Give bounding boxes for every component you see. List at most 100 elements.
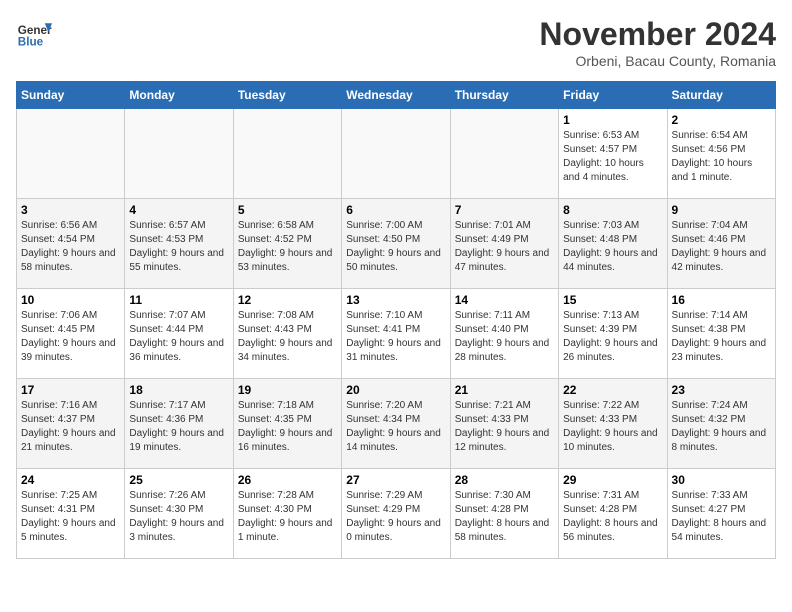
day-cell: 27 Sunrise: 7:29 AMSunset: 4:29 PMDayligh… [342,469,450,559]
day-number: 10 [21,293,120,307]
day-info: Sunrise: 7:25 AMSunset: 4:31 PMDaylight:… [21,489,120,545]
day-number: 13 [346,293,445,307]
day-number: 18 [129,383,228,397]
day-info: Sunrise: 7:16 AMSunset: 4:37 PMDaylight:… [21,399,120,455]
day-cell: 14 Sunrise: 7:11 AMSunset: 4:40 PMDayligh… [450,289,558,379]
weekday-header-thursday: Thursday [450,82,558,109]
svg-text:Blue: Blue [18,36,44,49]
day-cell: 12 Sunrise: 7:08 AMSunset: 4:43 PMDayligh… [233,289,341,379]
day-number: 14 [455,293,554,307]
day-info: Sunrise: 7:13 AMSunset: 4:39 PMDaylight:… [563,309,662,365]
day-cell: 4 Sunrise: 6:57 AMSunset: 4:53 PMDaylight… [125,199,233,289]
day-number: 15 [563,293,662,307]
day-number: 17 [21,383,120,397]
day-info: Sunrise: 7:20 AMSunset: 4:34 PMDaylight:… [346,399,445,455]
day-cell: 18 Sunrise: 7:17 AMSunset: 4:36 PMDayligh… [125,379,233,469]
day-info: Sunrise: 6:56 AMSunset: 4:54 PMDaylight:… [21,219,120,275]
day-cell: 21 Sunrise: 7:21 AMSunset: 4:33 PMDayligh… [450,379,558,469]
day-number: 7 [455,203,554,217]
day-info: Sunrise: 6:54 AMSunset: 4:56 PMDaylight:… [672,129,771,185]
day-number: 12 [238,293,337,307]
day-cell: 15 Sunrise: 7:13 AMSunset: 4:39 PMDayligh… [559,289,667,379]
day-number: 27 [346,473,445,487]
day-number: 20 [346,383,445,397]
day-cell: 9Sunrise: 7:04 AMSunset: 4:46 PMDaylight… [667,199,775,289]
day-number: 3 [21,203,120,217]
day-number: 9 [672,203,771,217]
day-info: Sunrise: 7:08 AMSunset: 4:43 PMDaylight:… [238,309,337,365]
day-cell: 25Sunrise: 7:26 AMSunset: 4:30 PMDayligh… [125,469,233,559]
day-number: 24 [21,473,120,487]
day-info: Sunrise: 7:29 AMSunset: 4:29 PMDaylight:… [346,489,445,545]
day-cell: 3 Sunrise: 6:56 AMSunset: 4:54 PMDaylight… [17,199,125,289]
day-cell: 22Sunrise: 7:22 AMSunset: 4:33 PMDayligh… [559,379,667,469]
day-number: 28 [455,473,554,487]
day-cell: 30 Sunrise: 7:33 AMSunset: 4:27 PMDayligh… [667,469,775,559]
day-cell: 24 Sunrise: 7:25 AMSunset: 4:31 PMDayligh… [17,469,125,559]
weekday-header-wednesday: Wednesday [342,82,450,109]
day-number: 23 [672,383,771,397]
day-info: Sunrise: 7:01 AMSunset: 4:49 PMDaylight:… [455,219,554,275]
day-info: Sunrise: 7:22 AMSunset: 4:33 PMDaylight:… [563,399,662,455]
day-number: 5 [238,203,337,217]
day-number: 16 [672,293,771,307]
day-info: Sunrise: 7:17 AMSunset: 4:36 PMDaylight:… [129,399,228,455]
day-info: Sunrise: 7:33 AMSunset: 4:27 PMDaylight:… [672,489,771,545]
day-number: 19 [238,383,337,397]
weekday-header-sunday: Sunday [17,82,125,109]
day-cell [125,109,233,199]
day-cell [342,109,450,199]
day-number: 6 [346,203,445,217]
logo-icon: General Blue [16,16,52,52]
day-cell [233,109,341,199]
day-cell: 23Sunrise: 7:24 AMSunset: 4:32 PMDayligh… [667,379,775,469]
day-cell: 6 Sunrise: 7:00 AMSunset: 4:50 PMDaylight… [342,199,450,289]
title-block: November 2024 Orbeni, Bacau County, Roma… [539,16,776,69]
day-info: Sunrise: 7:26 AMSunset: 4:30 PMDaylight:… [129,489,228,545]
day-number: 11 [129,293,228,307]
day-cell: 20 Sunrise: 7:20 AMSunset: 4:34 PMDayligh… [342,379,450,469]
day-number: 26 [238,473,337,487]
day-number: 2 [672,113,771,127]
day-info: Sunrise: 7:21 AMSunset: 4:33 PMDaylight:… [455,399,554,455]
calendar-table: SundayMondayTuesdayWednesdayThursdayFrid… [16,81,776,559]
day-cell: 28 Sunrise: 7:30 AMSunset: 4:28 PMDayligh… [450,469,558,559]
day-info: Sunrise: 7:10 AMSunset: 4:41 PMDaylight:… [346,309,445,365]
day-cell: 7 Sunrise: 7:01 AMSunset: 4:49 PMDaylight… [450,199,558,289]
day-cell: 29Sunrise: 7:31 AMSunset: 4:28 PMDayligh… [559,469,667,559]
week-row-5: 24 Sunrise: 7:25 AMSunset: 4:31 PMDayligh… [17,469,776,559]
day-info: Sunrise: 7:11 AMSunset: 4:40 PMDaylight:… [455,309,554,365]
logo: General Blue [16,16,52,52]
day-info: Sunrise: 7:07 AMSunset: 4:44 PMDaylight:… [129,309,228,365]
day-info: Sunrise: 7:28 AMSunset: 4:30 PMDaylight:… [238,489,337,545]
day-info: Sunrise: 6:57 AMSunset: 4:53 PMDaylight:… [129,219,228,275]
day-cell: 17 Sunrise: 7:16 AMSunset: 4:37 PMDayligh… [17,379,125,469]
week-row-1: 1Sunrise: 6:53 AMSunset: 4:57 PMDaylight… [17,109,776,199]
day-number: 21 [455,383,554,397]
day-number: 8 [563,203,662,217]
day-cell: 26 Sunrise: 7:28 AMSunset: 4:30 PMDayligh… [233,469,341,559]
weekday-header-saturday: Saturday [667,82,775,109]
day-cell: 13 Sunrise: 7:10 AMSunset: 4:41 PMDayligh… [342,289,450,379]
calendar-title: November 2024 [539,16,776,53]
day-cell: 11 Sunrise: 7:07 AMSunset: 4:44 PMDayligh… [125,289,233,379]
day-cell [450,109,558,199]
weekday-header-friday: Friday [559,82,667,109]
calendar-subtitle: Orbeni, Bacau County, Romania [539,53,776,69]
week-row-3: 10Sunrise: 7:06 AMSunset: 4:45 PMDayligh… [17,289,776,379]
day-info: Sunrise: 7:14 AMSunset: 4:38 PMDaylight:… [672,309,771,365]
week-row-4: 17 Sunrise: 7:16 AMSunset: 4:37 PMDayligh… [17,379,776,469]
day-cell: 19Sunrise: 7:18 AMSunset: 4:35 PMDayligh… [233,379,341,469]
day-info: Sunrise: 7:30 AMSunset: 4:28 PMDaylight:… [455,489,554,545]
day-info: Sunrise: 7:03 AMSunset: 4:48 PMDaylight:… [563,219,662,275]
day-number: 4 [129,203,228,217]
weekday-header-row: SundayMondayTuesdayWednesdayThursdayFrid… [17,82,776,109]
day-cell: 16 Sunrise: 7:14 AMSunset: 4:38 PMDayligh… [667,289,775,379]
week-row-2: 3 Sunrise: 6:56 AMSunset: 4:54 PMDaylight… [17,199,776,289]
page-header: General Blue November 2024 Orbeni, Bacau… [16,16,776,69]
day-number: 30 [672,473,771,487]
day-cell: 5Sunrise: 6:58 AMSunset: 4:52 PMDaylight… [233,199,341,289]
weekday-header-monday: Monday [125,82,233,109]
day-info: Sunrise: 7:00 AMSunset: 4:50 PMDaylight:… [346,219,445,275]
day-cell [17,109,125,199]
